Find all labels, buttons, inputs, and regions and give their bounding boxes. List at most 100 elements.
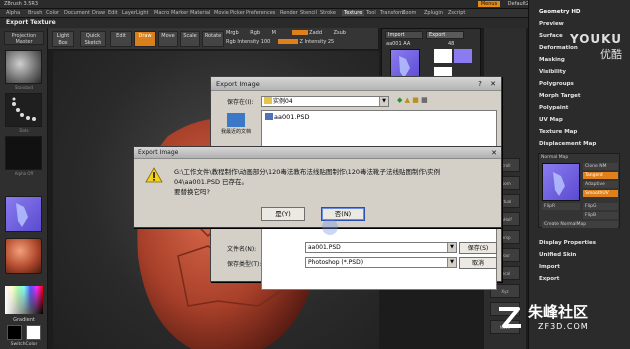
visibility-item[interactable]: Visibility xyxy=(539,69,566,75)
switch-color-button[interactable]: SwitchColor xyxy=(4,342,44,347)
menu-preferences[interactable]: Preferences xyxy=(246,10,275,16)
polygroups-item[interactable]: Polygroups xyxy=(539,81,574,87)
confirm-dialog-title: Export Image xyxy=(138,149,179,156)
export-texture-button[interactable]: Export xyxy=(426,31,464,39)
yes-button[interactable]: 是(Y) xyxy=(261,207,305,221)
color-picker[interactable] xyxy=(5,286,43,314)
polypaint-item[interactable]: Polypaint xyxy=(539,105,568,111)
menu-stroke[interactable]: Stroke xyxy=(320,10,336,16)
menu-stencil[interactable]: Stencil xyxy=(300,10,317,16)
zadd-toggle[interactable] xyxy=(291,30,308,35)
texture-thumbnail[interactable] xyxy=(5,196,42,232)
menu-edit[interactable]: Edit xyxy=(108,10,118,16)
light-box-button[interactable]: Light Box xyxy=(52,31,74,47)
tangent-toggle[interactable]: Tangent xyxy=(583,172,618,179)
projection-master-button[interactable]: Projection Master xyxy=(4,31,44,45)
edit-button[interactable]: Edit xyxy=(110,31,132,47)
zf3d-logo-icon xyxy=(499,307,521,328)
secondary-color-swatch[interactable] xyxy=(26,325,41,340)
smoothuv-toggle[interactable]: SmoothUV xyxy=(583,190,618,197)
file-item-name: aa001.PSD xyxy=(274,113,310,121)
move-button[interactable]: Move xyxy=(158,31,178,47)
brush-thumbnail[interactable] xyxy=(5,50,42,84)
help-button[interactable]: ? xyxy=(475,79,485,89)
menu-render[interactable]: Render xyxy=(280,10,298,16)
up-folder-icon[interactable]: ▲ xyxy=(405,96,410,104)
create-normalmap-button[interactable]: Create NormalMap xyxy=(542,221,618,228)
export-item[interactable]: Export xyxy=(539,276,559,282)
menu-document[interactable]: Document xyxy=(64,10,90,16)
alpha-thumbnail[interactable] xyxy=(5,136,42,170)
close-icon[interactable]: ✕ xyxy=(488,79,498,89)
menu-alpha[interactable]: Alpha xyxy=(6,10,20,16)
flipr-toggle[interactable]: FlipR xyxy=(542,203,580,210)
z-intensity-fill[interactable] xyxy=(277,39,298,44)
m-toggle[interactable]: M xyxy=(272,30,276,36)
menu-layer[interactable]: Layer xyxy=(122,10,136,16)
menu-material[interactable]: Material xyxy=(190,10,210,16)
unified-skin-item[interactable]: Unified Skin xyxy=(539,252,576,258)
texture-slot-white[interactable] xyxy=(434,49,452,63)
adaptive-toggle[interactable]: Adaptive xyxy=(583,181,618,188)
display-properties-item[interactable]: Display Properties xyxy=(539,240,596,246)
menu-draw[interactable]: Draw xyxy=(92,10,105,16)
save-in-combo[interactable]: 实例04 ▼ xyxy=(261,96,389,107)
draw-button[interactable]: Draw xyxy=(134,31,156,47)
menu-light[interactable]: Light xyxy=(136,10,148,16)
close-icon[interactable]: ✕ xyxy=(489,148,499,158)
menu-brush[interactable]: Brush xyxy=(28,10,42,16)
menu-zoom[interactable]: Zoom xyxy=(402,10,416,16)
preview-item[interactable]: Preview xyxy=(539,21,564,27)
view-menu-icon[interactable]: ▦ xyxy=(421,96,428,104)
cancel-button[interactable]: 取消 xyxy=(459,257,497,269)
rgb-intensity-slider[interactable]: Rgb Intensity 100 xyxy=(226,39,270,45)
uv-map-item[interactable]: UV Map xyxy=(539,117,563,123)
clone-nm-button[interactable]: Clone NM xyxy=(583,163,618,170)
alpha-label: Alpha Off xyxy=(14,171,34,176)
file-item-aa001[interactable]: aa001.PSD xyxy=(265,113,310,121)
zsub-toggle[interactable]: Zsub xyxy=(334,30,346,36)
import-item[interactable]: Import xyxy=(539,264,560,270)
current-texture-label: aa001 AA xyxy=(386,41,411,47)
filename-input[interactable]: aa001.PSD ▼ xyxy=(305,242,457,253)
menu-tool[interactable]: Tool xyxy=(366,10,376,16)
filetype-label: 保存类型(T): xyxy=(227,261,262,268)
filetype-value: Photoshop (*.PSD) xyxy=(308,259,364,266)
flipg-toggle[interactable]: FlipG xyxy=(583,203,618,210)
zf3d-watermark: 朱峰社区 ZF3D.COM xyxy=(496,300,626,344)
menus-toggle[interactable]: Menus xyxy=(477,1,501,7)
material-thumbnail[interactable] xyxy=(5,238,42,274)
flipb-toggle[interactable]: FlipB xyxy=(583,212,618,219)
masking-item[interactable]: Masking xyxy=(539,57,565,63)
filetype-select[interactable]: Photoshop (*.PSD) ▼ xyxy=(305,257,457,268)
menu-movie[interactable]: Movie xyxy=(214,10,229,16)
geometry-hd-item[interactable]: Geometry HD xyxy=(539,9,581,15)
menu-texture[interactable]: Texture xyxy=(342,10,365,16)
normal-map-subpalette: Normal Map Clone NM Tangent Adaptive Smo… xyxy=(538,153,620,228)
recent-documents-label: 我最近的文档 xyxy=(220,129,251,135)
menu-marker[interactable]: Marker xyxy=(171,10,188,16)
recent-documents-place[interactable]: 我最近的文档 xyxy=(215,113,257,135)
menu-picker[interactable]: Picker xyxy=(230,10,245,16)
menu-macro[interactable]: Macro xyxy=(154,10,169,16)
save-in-value: 实例04 xyxy=(273,98,293,105)
displacement-map-item[interactable]: Displacement Map xyxy=(539,141,596,147)
z-intensity-slider[interactable]: Z Intensity 25 xyxy=(300,39,335,45)
back-icon[interactable]: ◆ xyxy=(397,96,402,104)
confirm-message-line3: 要替换它吗? xyxy=(174,188,210,196)
new-folder-icon[interactable]: ■ xyxy=(412,96,419,104)
texture-slot-normal[interactable] xyxy=(454,49,472,63)
rgb-toggle[interactable]: Rgb xyxy=(250,30,260,36)
quick-sketch-button[interactable]: Quick Sketch xyxy=(80,31,106,47)
morph-target-item[interactable]: Morph Target xyxy=(539,93,581,99)
import-texture-button[interactable]: Import xyxy=(385,31,423,39)
main-color-swatch[interactable] xyxy=(7,325,22,340)
mrgb-toggle[interactable]: Mrgb xyxy=(226,30,239,36)
menu-zscript[interactable]: Zscript xyxy=(448,10,465,16)
surface-item[interactable]: Surface xyxy=(539,33,563,39)
texture-map-item[interactable]: Texture Map xyxy=(539,129,577,135)
save-button[interactable]: 保存(S) xyxy=(459,242,497,254)
stroke-thumbnail[interactable] xyxy=(5,93,42,127)
menu-zplugin[interactable]: Zplugin xyxy=(424,10,443,16)
menu-color[interactable]: Color xyxy=(46,10,59,16)
